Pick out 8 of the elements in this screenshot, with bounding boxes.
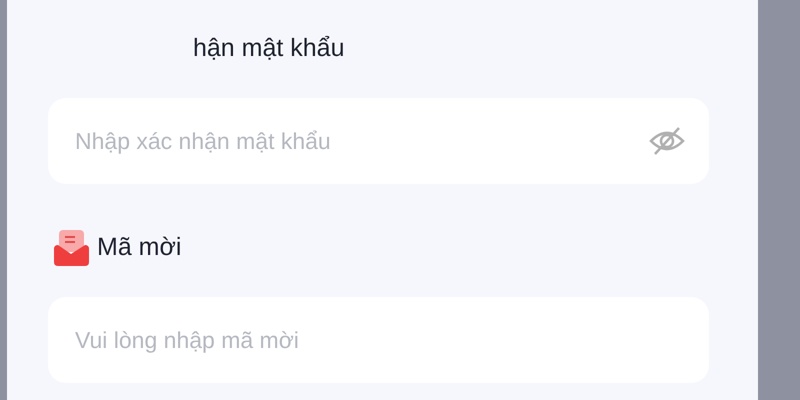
field-label: Mã mời (97, 232, 182, 264)
text-input[interactable]: Nhập xác nhận mật khẩu (75, 124, 649, 158)
input-field[interactable]: Vui lòng nhập mã mời (48, 297, 709, 383)
input-field[interactable]: Nhập xác nhận mật khẩu (48, 98, 709, 184)
text-input[interactable]: Vui lòng nhập mã mời (75, 322, 685, 358)
eye-slash-icon[interactable] (649, 126, 685, 156)
envelope-icon (53, 229, 90, 267)
field-label: hận mật khẩu (193, 33, 344, 64)
